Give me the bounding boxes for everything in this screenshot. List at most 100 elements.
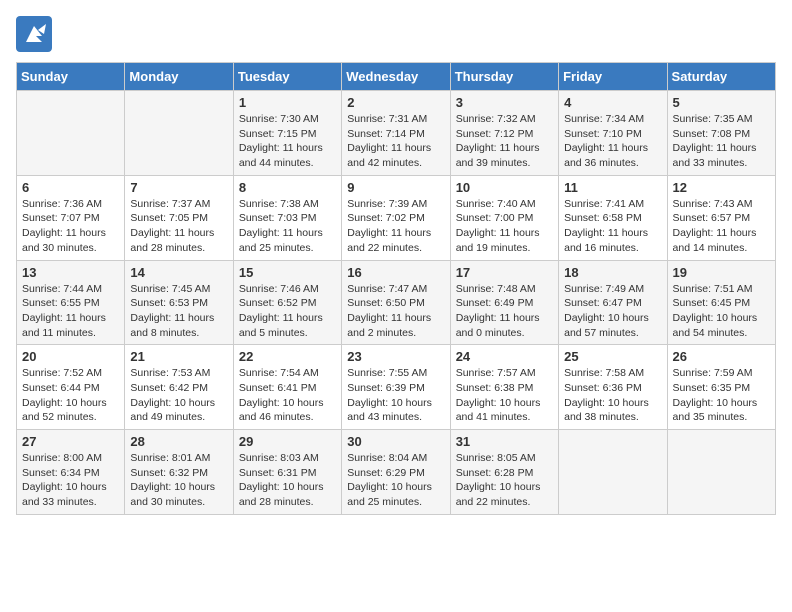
day-number: 3 bbox=[456, 95, 553, 110]
day-cell: 26Sunrise: 7:59 AM Sunset: 6:35 PM Dayli… bbox=[667, 345, 775, 430]
day-info: Sunrise: 7:43 AM Sunset: 6:57 PM Dayligh… bbox=[673, 197, 770, 256]
day-info: Sunrise: 7:37 AM Sunset: 7:05 PM Dayligh… bbox=[130, 197, 227, 256]
day-info: Sunrise: 7:40 AM Sunset: 7:00 PM Dayligh… bbox=[456, 197, 553, 256]
day-cell bbox=[17, 91, 125, 176]
day-cell: 21 Sunrise: 7:53 AM Sunset: 6:42 PM Dayli… bbox=[125, 345, 233, 430]
day-number: 14 bbox=[130, 265, 227, 280]
day-cell: 12Sunrise: 7:43 AM Sunset: 6:57 PM Dayli… bbox=[667, 175, 775, 260]
day-cell: 16 Sunrise: 7:47 AM Sunset: 6:50 PM Dayli… bbox=[342, 260, 450, 345]
week-row-5: 27 Sunrise: 8:00 AM Sunset: 6:34 PM Dayli… bbox=[17, 430, 776, 515]
day-cell: 24Sunrise: 7:57 AM Sunset: 6:38 PM Dayli… bbox=[450, 345, 558, 430]
day-number: 29 bbox=[239, 434, 336, 449]
day-info: Sunrise: 7:34 AM Sunset: 7:10 PM Dayligh… bbox=[564, 112, 661, 171]
day-number: 5 bbox=[673, 95, 770, 110]
day-cell: 27 Sunrise: 8:00 AM Sunset: 6:34 PM Dayli… bbox=[17, 430, 125, 515]
day-cell: 18Sunrise: 7:49 AM Sunset: 6:47 PM Dayli… bbox=[559, 260, 667, 345]
day-cell: 20Sunrise: 7:52 AM Sunset: 6:44 PM Dayli… bbox=[17, 345, 125, 430]
day-number: 31 bbox=[456, 434, 553, 449]
day-cell: 30 Sunrise: 8:04 AM Sunset: 6:29 PM Dayli… bbox=[342, 430, 450, 515]
day-number: 25 bbox=[564, 349, 661, 364]
week-row-1: 1 Sunrise: 7:30 AM Sunset: 7:15 PM Daylig… bbox=[17, 91, 776, 176]
day-cell: 9 Sunrise: 7:39 AM Sunset: 7:02 PM Daylig… bbox=[342, 175, 450, 260]
day-cell: 15 Sunrise: 7:46 AM Sunset: 6:52 PM Dayli… bbox=[233, 260, 341, 345]
day-cell: 29 Sunrise: 8:03 AM Sunset: 6:31 PM Dayli… bbox=[233, 430, 341, 515]
day-info: Sunrise: 7:32 AM Sunset: 7:12 PM Dayligh… bbox=[456, 112, 553, 171]
day-number: 21 bbox=[130, 349, 227, 364]
day-number: 9 bbox=[347, 180, 444, 195]
day-number: 26 bbox=[673, 349, 770, 364]
day-number: 22 bbox=[239, 349, 336, 364]
day-info: Sunrise: 8:03 AM Sunset: 6:31 PM Dayligh… bbox=[239, 451, 336, 510]
day-info: Sunrise: 7:55 AM Sunset: 6:39 PM Dayligh… bbox=[347, 366, 444, 425]
day-info: Sunrise: 7:36 AM Sunset: 7:07 PM Dayligh… bbox=[22, 197, 119, 256]
day-info: Sunrise: 7:38 AM Sunset: 7:03 PM Dayligh… bbox=[239, 197, 336, 256]
day-cell: 19 Sunrise: 7:51 AM Sunset: 6:45 PM Dayli… bbox=[667, 260, 775, 345]
day-number: 10 bbox=[456, 180, 553, 195]
day-info: Sunrise: 7:48 AM Sunset: 6:49 PM Dayligh… bbox=[456, 282, 553, 341]
logo bbox=[16, 16, 54, 52]
day-info: Sunrise: 7:35 AM Sunset: 7:08 PM Dayligh… bbox=[673, 112, 770, 171]
week-row-3: 13 Sunrise: 7:44 AM Sunset: 6:55 PM Dayli… bbox=[17, 260, 776, 345]
day-info: Sunrise: 8:00 AM Sunset: 6:34 PM Dayligh… bbox=[22, 451, 119, 510]
day-info: Sunrise: 8:01 AM Sunset: 6:32 PM Dayligh… bbox=[130, 451, 227, 510]
day-info: Sunrise: 7:51 AM Sunset: 6:45 PM Dayligh… bbox=[673, 282, 770, 341]
page-header bbox=[16, 16, 776, 52]
day-cell: 22 Sunrise: 7:54 AM Sunset: 6:41 PM Dayli… bbox=[233, 345, 341, 430]
week-row-4: 20Sunrise: 7:52 AM Sunset: 6:44 PM Dayli… bbox=[17, 345, 776, 430]
day-number: 7 bbox=[130, 180, 227, 195]
header-cell-tuesday: Tuesday bbox=[233, 63, 341, 91]
day-number: 11 bbox=[564, 180, 661, 195]
header-cell-saturday: Saturday bbox=[667, 63, 775, 91]
day-cell: 25 Sunrise: 7:58 AM Sunset: 6:36 PM Dayli… bbox=[559, 345, 667, 430]
day-info: Sunrise: 7:41 AM Sunset: 6:58 PM Dayligh… bbox=[564, 197, 661, 256]
day-cell: 8 Sunrise: 7:38 AM Sunset: 7:03 PM Daylig… bbox=[233, 175, 341, 260]
day-info: Sunrise: 7:47 AM Sunset: 6:50 PM Dayligh… bbox=[347, 282, 444, 341]
header-cell-friday: Friday bbox=[559, 63, 667, 91]
day-number: 15 bbox=[239, 265, 336, 280]
day-cell: 23 Sunrise: 7:55 AM Sunset: 6:39 PM Dayli… bbox=[342, 345, 450, 430]
day-info: Sunrise: 7:53 AM Sunset: 6:42 PM Dayligh… bbox=[130, 366, 227, 425]
header-cell-monday: Monday bbox=[125, 63, 233, 91]
day-info: Sunrise: 7:39 AM Sunset: 7:02 PM Dayligh… bbox=[347, 197, 444, 256]
day-info: Sunrise: 7:57 AM Sunset: 6:38 PM Dayligh… bbox=[456, 366, 553, 425]
header-cell-wednesday: Wednesday bbox=[342, 63, 450, 91]
header-cell-sunday: Sunday bbox=[17, 63, 125, 91]
day-number: 17 bbox=[456, 265, 553, 280]
day-number: 13 bbox=[22, 265, 119, 280]
day-number: 23 bbox=[347, 349, 444, 364]
day-cell: 4 Sunrise: 7:34 AM Sunset: 7:10 PM Daylig… bbox=[559, 91, 667, 176]
day-info: Sunrise: 7:30 AM Sunset: 7:15 PM Dayligh… bbox=[239, 112, 336, 171]
day-number: 16 bbox=[347, 265, 444, 280]
day-info: Sunrise: 7:58 AM Sunset: 6:36 PM Dayligh… bbox=[564, 366, 661, 425]
day-info: Sunrise: 8:04 AM Sunset: 6:29 PM Dayligh… bbox=[347, 451, 444, 510]
day-info: Sunrise: 7:31 AM Sunset: 7:14 PM Dayligh… bbox=[347, 112, 444, 171]
day-number: 1 bbox=[239, 95, 336, 110]
day-number: 28 bbox=[130, 434, 227, 449]
logo-icon bbox=[16, 16, 52, 52]
day-cell bbox=[667, 430, 775, 515]
day-info: Sunrise: 7:52 AM Sunset: 6:44 PM Dayligh… bbox=[22, 366, 119, 425]
day-cell: 7 Sunrise: 7:37 AM Sunset: 7:05 PM Daylig… bbox=[125, 175, 233, 260]
day-info: Sunrise: 7:49 AM Sunset: 6:47 PM Dayligh… bbox=[564, 282, 661, 341]
day-cell: 31Sunrise: 8:05 AM Sunset: 6:28 PM Dayli… bbox=[450, 430, 558, 515]
header-row: SundayMondayTuesdayWednesdayThursdayFrid… bbox=[17, 63, 776, 91]
day-info: Sunrise: 7:54 AM Sunset: 6:41 PM Dayligh… bbox=[239, 366, 336, 425]
day-cell: 3 Sunrise: 7:32 AM Sunset: 7:12 PM Daylig… bbox=[450, 91, 558, 176]
day-cell: 2Sunrise: 7:31 AM Sunset: 7:14 PM Daylig… bbox=[342, 91, 450, 176]
day-number: 4 bbox=[564, 95, 661, 110]
day-info: Sunrise: 7:44 AM Sunset: 6:55 PM Dayligh… bbox=[22, 282, 119, 341]
day-cell: 28 Sunrise: 8:01 AM Sunset: 6:32 PM Dayli… bbox=[125, 430, 233, 515]
day-cell: 5 Sunrise: 7:35 AM Sunset: 7:08 PM Daylig… bbox=[667, 91, 775, 176]
day-number: 6 bbox=[22, 180, 119, 195]
day-cell bbox=[125, 91, 233, 176]
day-cell: 10 Sunrise: 7:40 AM Sunset: 7:00 PM Dayli… bbox=[450, 175, 558, 260]
day-info: Sunrise: 7:46 AM Sunset: 6:52 PM Dayligh… bbox=[239, 282, 336, 341]
day-number: 30 bbox=[347, 434, 444, 449]
day-number: 19 bbox=[673, 265, 770, 280]
day-number: 8 bbox=[239, 180, 336, 195]
day-cell: 13 Sunrise: 7:44 AM Sunset: 6:55 PM Dayli… bbox=[17, 260, 125, 345]
day-cell: 11 Sunrise: 7:41 AM Sunset: 6:58 PM Dayli… bbox=[559, 175, 667, 260]
day-cell: 1 Sunrise: 7:30 AM Sunset: 7:15 PM Daylig… bbox=[233, 91, 341, 176]
day-cell: 14Sunrise: 7:45 AM Sunset: 6:53 PM Dayli… bbox=[125, 260, 233, 345]
day-number: 27 bbox=[22, 434, 119, 449]
